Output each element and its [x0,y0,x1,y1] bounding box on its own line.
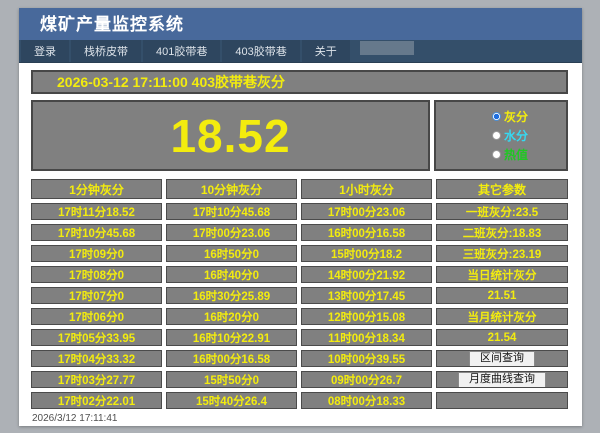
table-cell: 15时50分0 [166,371,297,388]
table-cell: 21.54 [436,329,568,346]
table-cell: 当日统计灰分 [436,266,568,283]
table-cell-empty [436,392,568,409]
table-cell: 17时09分0 [31,245,162,262]
table-cell: 21.51 [436,287,568,304]
monthly-curve-query-button[interactable]: 月度曲线查询 [458,372,546,388]
main-form: 2026-03-12 17:11:00 403胶带巷灰分 18.52 灰分水分热… [19,63,582,424]
data-table: 1分钟灰分10分钟灰分1小时灰分其它参数17时11分18.5217时10分45.… [31,179,568,409]
radio-ash-icon[interactable] [492,112,501,121]
table-cell: 16时40分0 [166,266,297,283]
app-window: 煤矿产量监控系统 登录栈桥皮带401胶带巷403胶带巷关于 2026-03-12… [19,8,582,426]
menu-bar: 登录栈桥皮带401胶带巷403胶带巷关于 [19,40,582,63]
table-cell: 10时00分39.55 [301,350,432,367]
menu-item-403-belt[interactable]: 403胶带巷 [222,40,299,62]
table-cell: 月度曲线查询 [436,371,568,388]
table-header-cell: 1分钟灰分 [31,179,162,199]
table-cell: 17时06分0 [31,308,162,325]
table-cell: 15时40分26.4 [166,392,297,409]
table-cell: 12时00分15.08 [301,308,432,325]
radio-calorific-icon[interactable] [492,150,501,159]
radio-calorific-label: 热值 [504,146,528,163]
current-value: 18.52 [170,109,290,163]
radio-calorific[interactable]: 热值 [492,146,566,163]
table-cell: 17时00分23.06 [301,203,432,220]
current-value-panel: 18.52 [31,100,430,171]
table-cell: 16时20分0 [166,308,297,325]
table-cell: 08时00分18.33 [301,392,432,409]
display-row: 18.52 灰分水分热值 [31,100,568,171]
table-cell: 17时08分0 [31,266,162,283]
table-cell: 当月统计灰分 [436,308,568,325]
menu-item-401-belt[interactable]: 401胶带巷 [143,40,220,62]
table-header-cell: 其它参数 [436,179,568,199]
table-cell: 16时10分22.91 [166,329,297,346]
radio-ash[interactable]: 灰分 [492,108,566,125]
table-cell: 17时04分33.32 [31,350,162,367]
menu-highlight-placeholder [360,41,414,55]
table-cell: 17时07分0 [31,287,162,304]
table-cell: 17时05分33.95 [31,329,162,346]
table-cell: 14时00分21.92 [301,266,432,283]
radio-moisture-label: 水分 [504,127,528,144]
reading-title: 2026-03-12 17:11:00 403胶带巷灰分 [31,70,568,94]
menu-item-bridge-belt[interactable]: 栈桥皮带 [71,40,141,62]
table-cell: 16时30分25.89 [166,287,297,304]
table-cell: 二班灰分:18.83 [436,224,568,241]
radio-moisture[interactable]: 水分 [492,127,566,144]
menu-item-about[interactable]: 关于 [302,40,350,62]
table-cell: 17时10分45.68 [31,224,162,241]
table-cell: 16时00分16.58 [301,224,432,241]
table-cell: 16时00分16.58 [166,350,297,367]
radio-ash-label: 灰分 [504,108,528,125]
table-cell: 17时03分27.77 [31,371,162,388]
table-cell: 17时00分23.06 [166,224,297,241]
table-cell: 16时50分0 [166,245,297,262]
table-cell: 17时02分22.01 [31,392,162,409]
parameter-radio-group: 灰分水分热值 [434,100,568,171]
range-query-button[interactable]: 区间查询 [469,351,535,367]
table-cell: 一班灰分:23.5 [436,203,568,220]
menu-item-login[interactable]: 登录 [21,40,69,62]
table-cell: 15时00分18.2 [301,245,432,262]
table-cell: 17时11分18.52 [31,203,162,220]
table-cell: 11时00分18.34 [301,329,432,346]
table-header-cell: 10分钟灰分 [166,179,297,199]
table-cell: 三班灰分:23.19 [436,245,568,262]
window-title: 煤矿产量监控系统 [19,8,582,40]
status-timestamp: 2026/3/12 17:11:41 [31,413,568,424]
radio-moisture-icon[interactable] [492,131,501,140]
desktop: { "window_title": "煤矿产量监控系统", "menu": { … [0,0,600,433]
table-cell: 17时10分45.68 [166,203,297,220]
table-header-cell: 1小时灰分 [301,179,432,199]
table-cell: 13时00分17.45 [301,287,432,304]
table-cell: 区间查询 [436,350,568,367]
table-cell: 09时00分26.7 [301,371,432,388]
